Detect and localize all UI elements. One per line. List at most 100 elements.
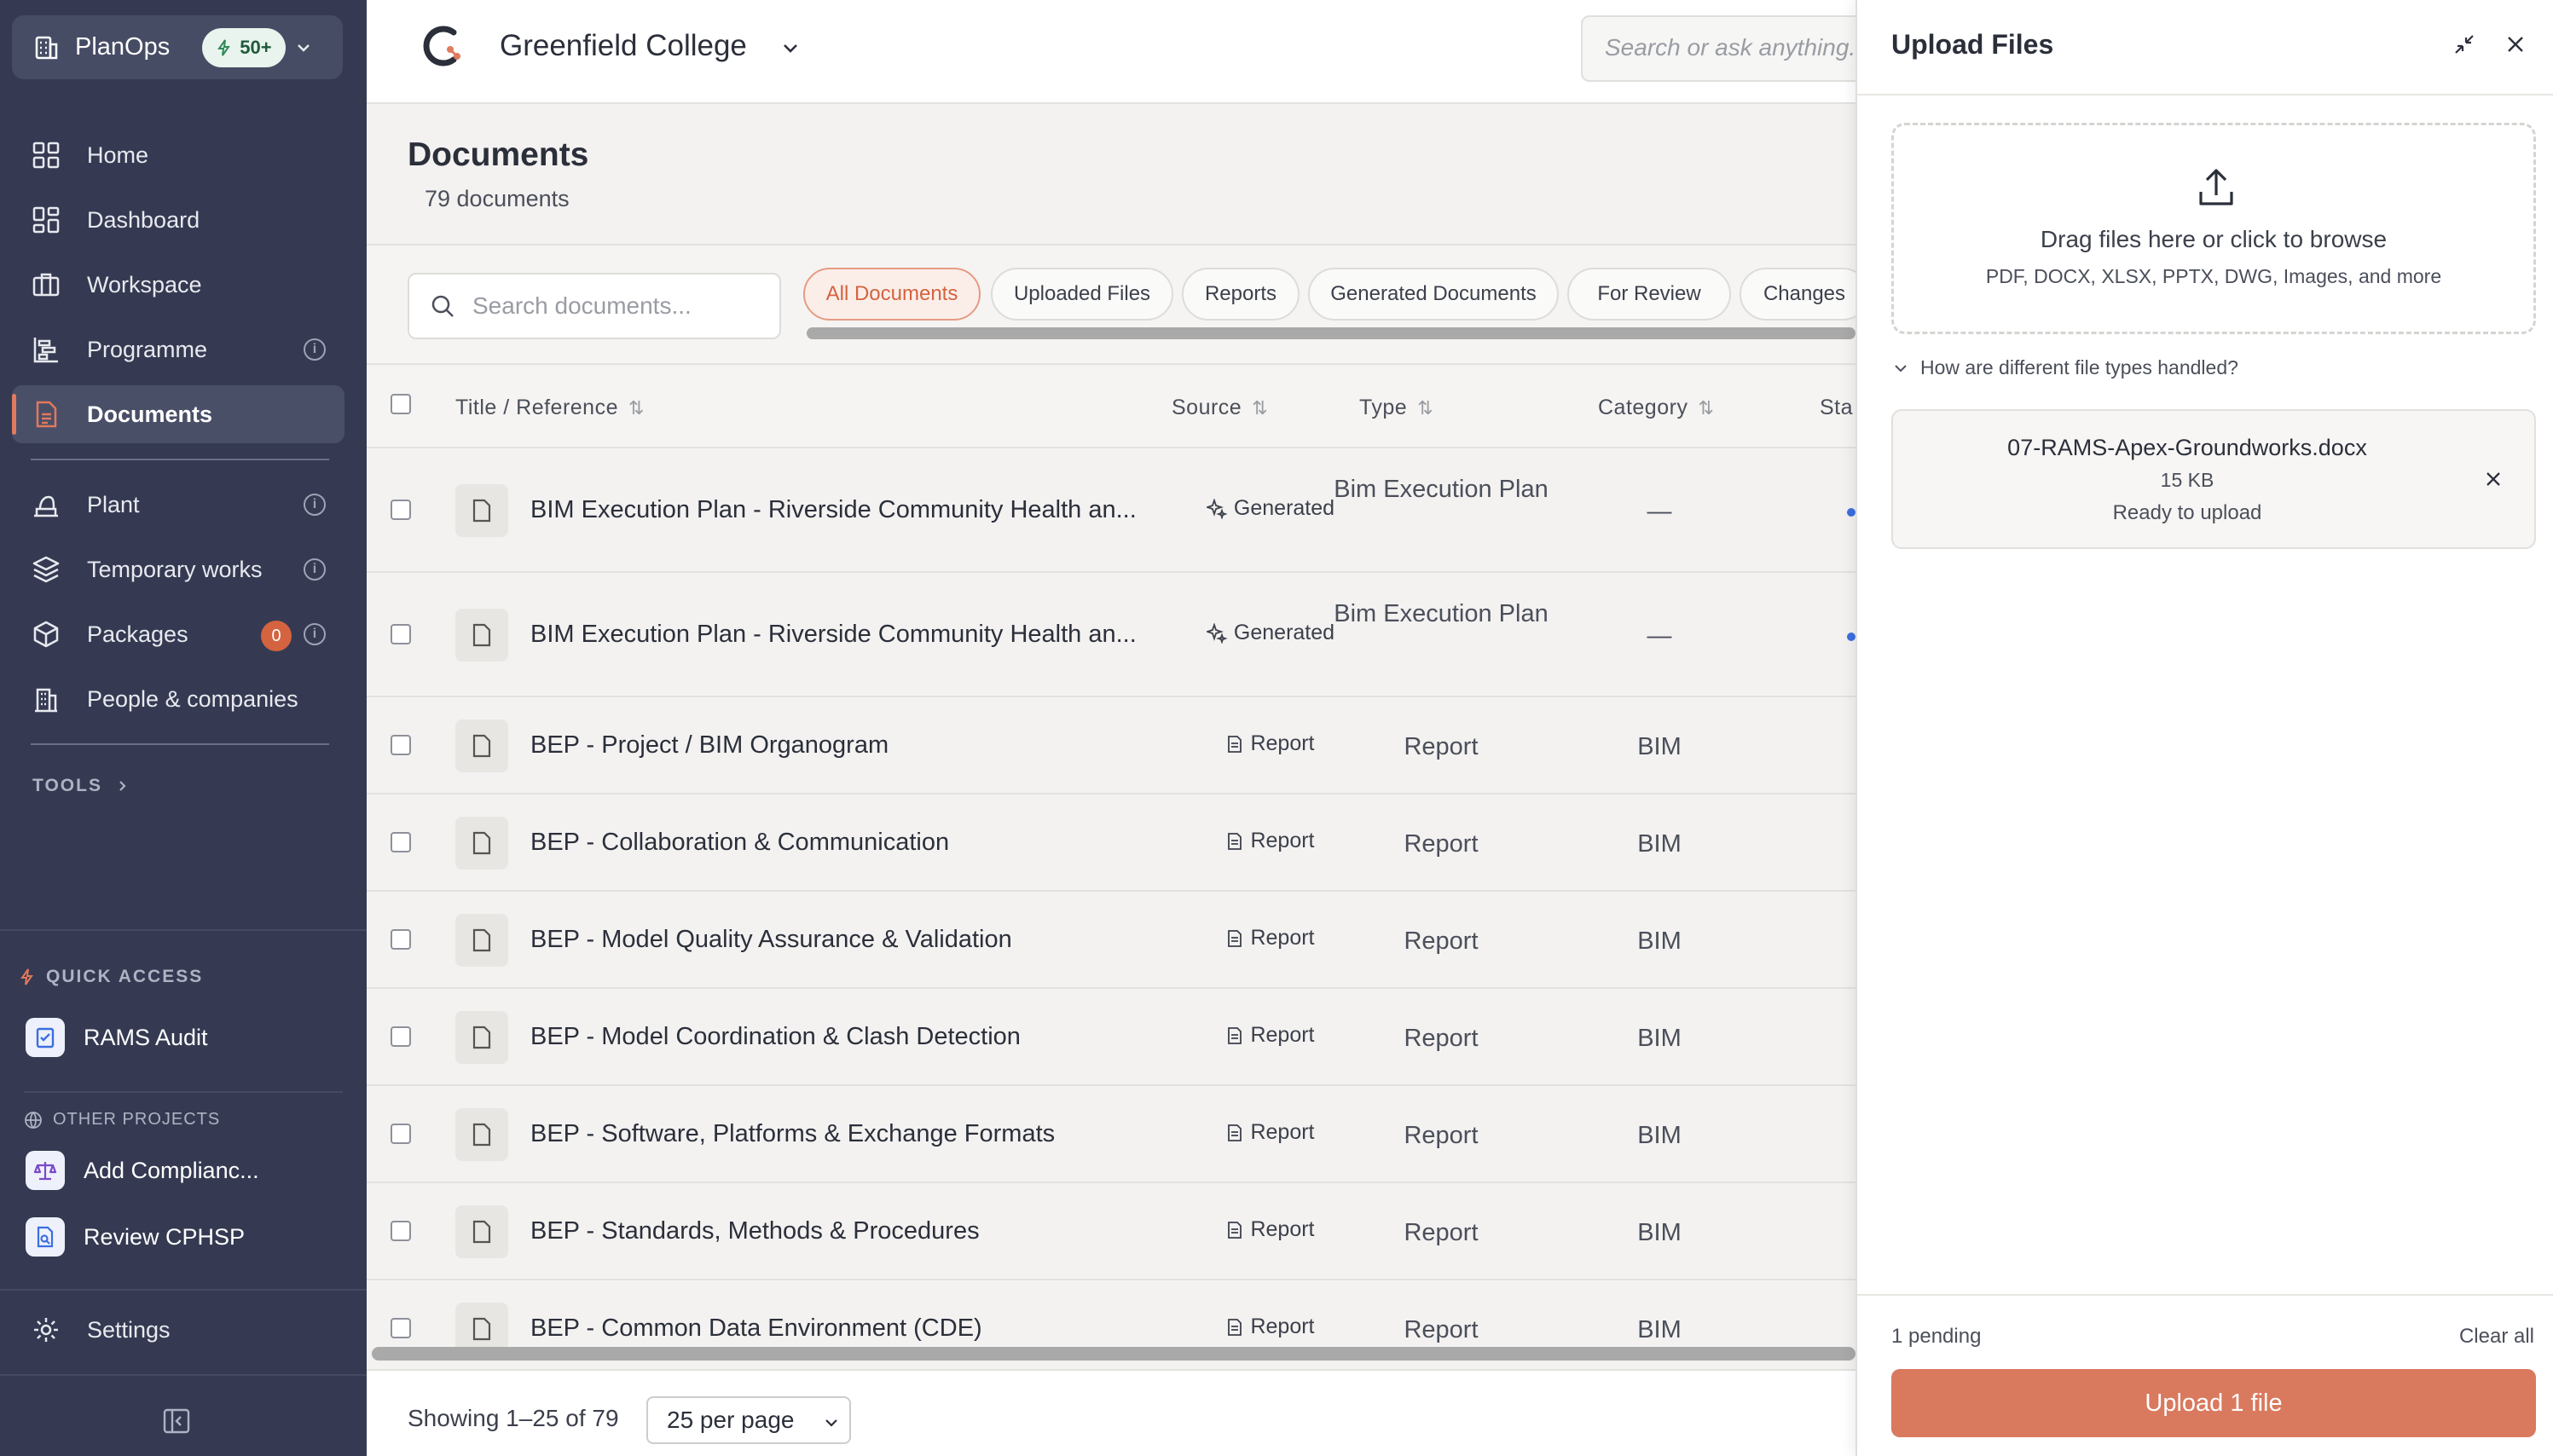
file-icon — [455, 1108, 508, 1161]
document-title[interactable]: BIM Execution Plan - Riverside Community… — [530, 621, 1137, 649]
document-type: Report — [1404, 927, 1479, 955]
row-checkbox[interactable] — [391, 735, 411, 755]
table-row[interactable]: BIM Execution Plan - Riverside Community… — [367, 573, 1855, 697]
filter-chip-all-documents[interactable]: All Documents — [803, 268, 981, 321]
project-name[interactable]: Greenfield College — [500, 29, 747, 63]
nav-packages[interactable]: Packages 0 i — [12, 605, 344, 663]
document-title[interactable]: BEP - Standards, Methods & Procedures — [530, 1217, 980, 1245]
other-project-review-cphsp[interactable]: Review CPHSP — [26, 1217, 245, 1257]
table-horizontal-scrollbar[interactable] — [372, 1347, 1855, 1361]
table-row[interactable]: BEP - Model Coordination & Clash Detecti… — [367, 989, 1855, 1086]
nav-programme[interactable]: Programme i — [12, 321, 344, 378]
filter-chip-reports[interactable]: Reports — [1182, 268, 1300, 321]
file-types-help-toggle[interactable]: How are different file types handled? — [1893, 356, 2238, 379]
row-checkbox[interactable] — [391, 1318, 411, 1338]
quick-access-rams-audit[interactable]: RAMS Audit — [26, 1018, 208, 1057]
info-icon[interactable]: i — [304, 338, 326, 361]
close-icon[interactable] — [2500, 29, 2531, 60]
file-size: 15 KB — [2160, 469, 2214, 491]
dashboard-icon — [31, 205, 61, 235]
info-icon[interactable]: i — [304, 494, 326, 516]
table-row[interactable]: BEP - Software, Platforms & Exchange For… — [367, 1086, 1855, 1183]
document-title[interactable]: BIM Execution Plan - Riverside Community… — [530, 496, 1137, 524]
document-title[interactable]: BEP - Common Data Environment (CDE) — [530, 1314, 982, 1343]
document-title[interactable]: BEP - Model Coordination & Clash Detecti… — [530, 1023, 1021, 1051]
document-type: Report — [1404, 1316, 1479, 1343]
document-title[interactable]: BEP - Model Quality Assurance & Validati… — [530, 926, 1012, 954]
workspace-switcher[interactable]: PlanOps 50+ — [12, 15, 343, 79]
remove-file-icon[interactable] — [2480, 465, 2507, 493]
document-search-input[interactable]: Search documents... — [408, 273, 781, 339]
column-source[interactable]: Source ⇅ — [1172, 396, 1268, 420]
building-icon — [32, 34, 60, 61]
clear-all-button[interactable]: Clear all — [2459, 1325, 2534, 1349]
nav-documents[interactable]: Documents — [12, 385, 344, 443]
select-all-checkbox[interactable] — [391, 394, 411, 414]
document-type: Report — [1404, 1122, 1479, 1149]
scales-icon — [26, 1151, 65, 1190]
minimize-icon[interactable] — [2449, 29, 2480, 60]
document-title[interactable]: BEP - Collaboration & Communication — [530, 829, 949, 857]
table-row[interactable]: BEP - Common Data Environment (CDE) Repo… — [367, 1280, 1855, 1355]
info-icon[interactable]: i — [304, 558, 326, 581]
dropzone-instructions: Drag files here or click to browse — [2040, 226, 2388, 252]
column-status[interactable]: Sta — [1820, 396, 1853, 420]
document-title[interactable]: BEP - Software, Platforms & Exchange For… — [530, 1120, 1055, 1148]
chevron-down-icon[interactable] — [779, 38, 802, 60]
column-category[interactable]: Category ⇅ — [1598, 396, 1714, 420]
tools-toggle[interactable]: TOOLS — [32, 776, 130, 796]
upload-button[interactable]: Upload 1 file — [1891, 1369, 2536, 1437]
nav-plant[interactable]: Plant i — [12, 476, 344, 534]
table-row[interactable]: BEP - Collaboration & Communication Repo… — [367, 794, 1855, 892]
nav-dashboard[interactable]: Dashboard — [12, 191, 344, 249]
sort-icon: ⇅ — [1252, 396, 1269, 419]
table-row[interactable]: BIM Execution Plan - Riverside Community… — [367, 448, 1855, 573]
filter-chip-uploaded-files[interactable]: Uploaded Files — [991, 268, 1173, 321]
row-checkbox[interactable] — [391, 624, 411, 644]
filter-chip-changes[interactable]: Changes — [1740, 268, 1869, 321]
file-dropzone[interactable]: Drag files here or click to browse PDF, … — [1891, 123, 2536, 334]
row-checkbox[interactable] — [391, 1124, 411, 1144]
other-projects-heading: OTHER PROJECTS — [24, 1110, 220, 1130]
row-checkbox[interactable] — [391, 500, 411, 520]
source-label: Generated — [1233, 621, 1335, 644]
filter-chip-generated-documents[interactable]: Generated Documents — [1308, 268, 1559, 321]
report-icon — [1228, 1124, 1242, 1141]
nav-people-companies[interactable]: People & companies — [12, 670, 344, 728]
filter-scrollbar[interactable] — [807, 327, 1855, 339]
plant-icon — [31, 489, 61, 520]
table-row[interactable]: BEP - Standards, Methods & Procedures Re… — [367, 1183, 1855, 1280]
document-count: 79 documents — [425, 186, 570, 211]
column-type[interactable]: Type ⇅ — [1359, 396, 1433, 420]
chevron-down-icon — [825, 1419, 837, 1427]
file-name: 07-RAMS-Apex-Groundworks.docx — [2007, 435, 2367, 460]
nav-workspace[interactable]: Workspace — [12, 256, 344, 314]
collapse-sidebar-icon[interactable] — [162, 1407, 193, 1437]
nav-temporary-works[interactable]: Temporary works i — [12, 540, 344, 598]
column-title[interactable]: Title / Reference ⇅ — [455, 396, 645, 420]
nav-settings[interactable]: Settings — [12, 1301, 344, 1359]
document-title[interactable]: BEP - Project / BIM Organogram — [530, 731, 889, 760]
nav-home[interactable]: Home — [12, 126, 344, 184]
credits-badge[interactable]: 50+ — [202, 27, 286, 67]
document-type: Report — [1404, 1219, 1479, 1246]
nav-label: Dashboard — [87, 206, 200, 233]
filter-chip-for-review[interactable]: For Review — [1567, 268, 1731, 321]
nav-label: Settings — [87, 1316, 171, 1343]
other-project-add-compliance[interactable]: Add Complianc... — [26, 1151, 259, 1190]
company-logo-icon[interactable] — [420, 24, 464, 68]
row-checkbox[interactable] — [391, 1221, 411, 1241]
document-category: BIM — [1637, 1316, 1682, 1343]
sparkle-icon — [1206, 498, 1227, 519]
info-icon[interactable]: i — [304, 623, 326, 645]
table-row[interactable]: BEP - Model Quality Assurance & Validati… — [367, 892, 1855, 989]
upload-icon — [2199, 169, 2233, 205]
pending-file-card: 07-RAMS-Apex-Groundworks.docx 15 KB Read… — [1891, 409, 2536, 549]
tools-label: TOOLS — [32, 776, 102, 795]
row-checkbox[interactable] — [391, 832, 411, 852]
row-checkbox[interactable] — [391, 929, 411, 950]
document-category: BIM — [1637, 733, 1682, 760]
row-checkbox[interactable] — [391, 1026, 411, 1047]
table-row[interactable]: BEP - Project / BIM Organogram Report Re… — [367, 697, 1855, 794]
per-page-select[interactable]: 25 per page — [646, 1396, 851, 1444]
